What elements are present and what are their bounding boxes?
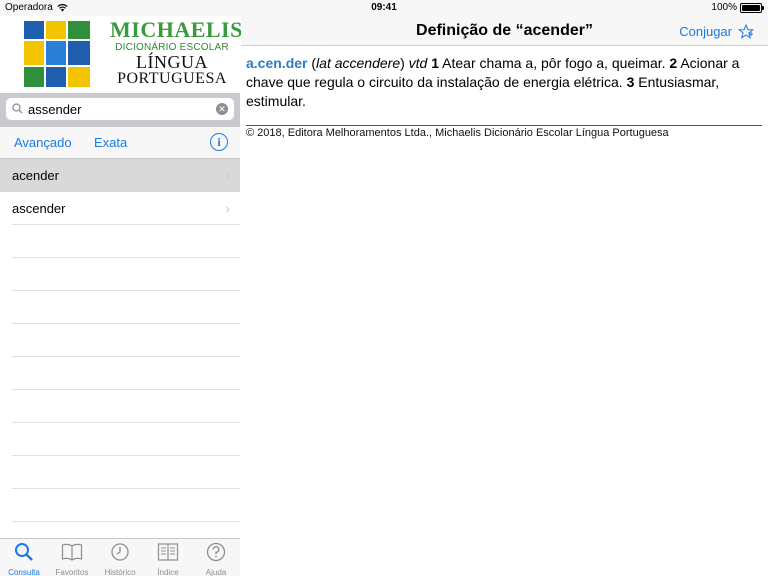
- empty-row: [12, 291, 240, 324]
- clear-search-icon[interactable]: ✕: [216, 103, 228, 115]
- result-item-ascender[interactable]: ascender ›: [12, 192, 240, 225]
- search-icon: [15, 543, 33, 561]
- etymology-close: ): [400, 55, 409, 71]
- logo-area: MICHAELIS DICIONÁRIO ESCOLAR LÍNGUA PORT…: [0, 16, 243, 93]
- sense-text: Atear chama a, pôr fogo a, queimar.: [439, 55, 666, 71]
- tab-label: Favoritos: [55, 568, 89, 576]
- battery-icon: [740, 2, 764, 13]
- empty-row: [12, 390, 240, 423]
- sidebar: MICHAELIS DICIONÁRIO ESCOLAR LÍNGUA PORT…: [0, 16, 243, 576]
- help-icon: [206, 542, 226, 562]
- tab-ajuda[interactable]: Ajuda: [192, 539, 240, 576]
- empty-row: [12, 489, 240, 522]
- tab-indice[interactable]: Índice: [144, 539, 192, 576]
- tab-label: Histórico: [104, 568, 136, 576]
- conjugate-button[interactable]: Conjugar: [679, 24, 732, 39]
- result-item-acender[interactable]: acender ›: [0, 159, 240, 192]
- empty-row: [12, 357, 240, 390]
- chevron-right-icon: ›: [225, 201, 230, 216]
- result-label: ascender: [12, 201, 66, 216]
- advanced-search-button[interactable]: Avançado: [14, 135, 72, 150]
- book-icon: [61, 543, 83, 561]
- definition-text: a.cen.der (lat accendere) vtd 1 Atear ch…: [246, 54, 756, 111]
- clock: 09:41: [371, 2, 397, 13]
- tab-consulta[interactable]: Consulta: [0, 539, 48, 576]
- definition-pane: Definição de “acender” Conjugar a.cen.de…: [241, 16, 768, 576]
- headword: a.cen.der: [246, 55, 308, 71]
- search-bar: ✕: [0, 93, 240, 127]
- index-icon: [157, 543, 179, 561]
- clock-icon: [111, 543, 129, 561]
- brand-line-1: MICHAELIS: [110, 17, 243, 42]
- empty-row: [12, 324, 240, 357]
- brand-line-4: PORTUGUESA: [117, 70, 227, 87]
- results-list: acender › ascender ›: [0, 159, 240, 540]
- sense-number: 3: [622, 74, 635, 90]
- tab-label: Consulta: [8, 568, 40, 576]
- tab-historico[interactable]: Histórico: [96, 539, 144, 576]
- info-icon[interactable]: i: [210, 133, 228, 151]
- star-favorite-icon[interactable]: [738, 24, 754, 39]
- michaelis-logo-mosaic-icon: [24, 21, 90, 87]
- battery-percent: 100%: [711, 2, 737, 13]
- tab-label: Ajuda: [205, 568, 227, 576]
- empty-row: [12, 423, 240, 456]
- exact-search-button[interactable]: Exata: [94, 135, 127, 150]
- battery-indicator: 100%: [711, 2, 764, 13]
- empty-row: [12, 456, 240, 489]
- part-of-speech: vtd: [408, 55, 428, 71]
- brand-title: MICHAELIS DICIONÁRIO ESCOLAR LÍNGUA PORT…: [110, 17, 243, 87]
- etymology-open: (: [307, 55, 317, 71]
- empty-row: [12, 258, 240, 291]
- navigation-bar: Definição de “acender” Conjugar: [241, 16, 768, 46]
- tab-favoritos[interactable]: Favoritos: [48, 539, 96, 576]
- sense-number: 1: [427, 55, 440, 71]
- brand-line-3: LÍNGUA: [136, 52, 208, 72]
- tab-label: Índice: [157, 568, 179, 576]
- empty-row: [12, 225, 240, 258]
- sense-number: 2: [665, 55, 678, 71]
- search-box[interactable]: ✕: [6, 98, 234, 120]
- result-label: acender: [12, 168, 59, 183]
- chevron-right-icon: ›: [225, 168, 230, 183]
- copyright-notice: © 2018, Editora Melhoramentos Ltda., Mic…: [246, 127, 669, 139]
- search-icon: [12, 103, 23, 114]
- divider: [246, 125, 762, 126]
- search-input[interactable]: [28, 100, 208, 118]
- search-mode-bar: Avançado Exata i: [0, 127, 240, 159]
- status-bar: Operadora 09:41 100%: [0, 0, 768, 16]
- tab-bar: Consulta Favoritos Histórico Índice Ajud…: [0, 538, 240, 576]
- etymology: lat accendere: [316, 55, 401, 71]
